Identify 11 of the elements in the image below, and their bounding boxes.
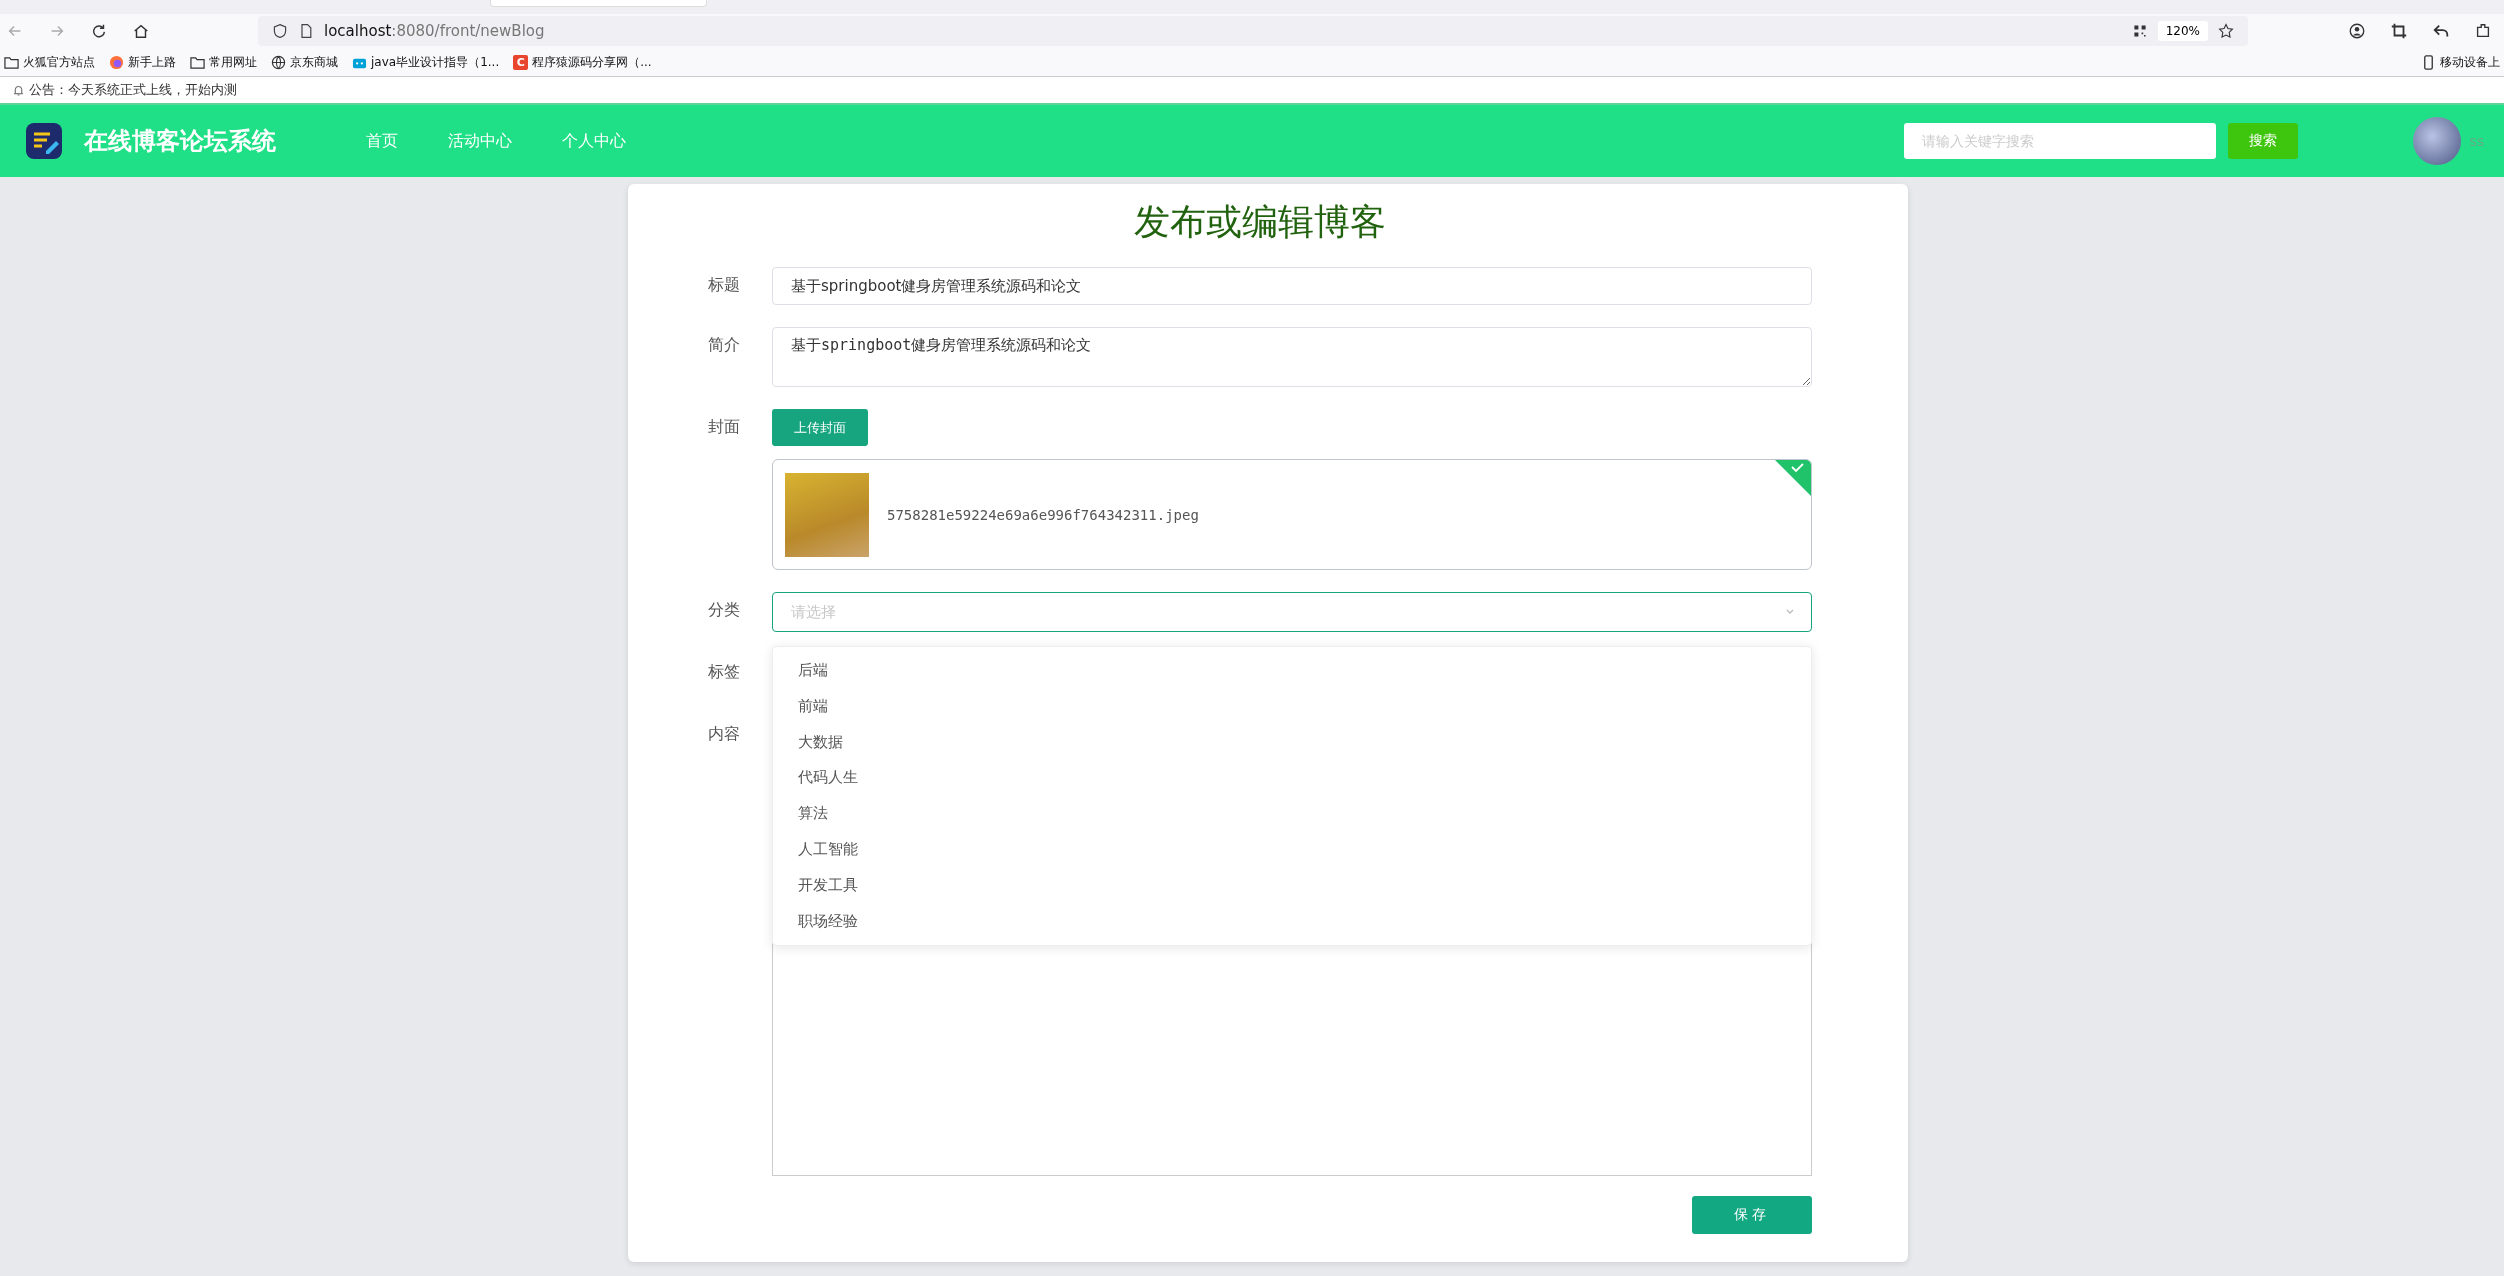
- notice-text: 公告：今天系统正式上线，开始内测: [29, 81, 237, 99]
- site-title: 在线博客论坛系统: [84, 125, 276, 157]
- field-label: 标签: [708, 661, 741, 683]
- file-name: 5758281e59224e69a6e996f764342311.jpeg: [887, 506, 1199, 523]
- page-heading: 发布或编辑博客: [1133, 200, 1387, 244]
- field-label: 分类: [708, 599, 741, 621]
- field-label: 标题: [708, 274, 741, 296]
- field-label: 内容: [708, 723, 741, 745]
- field-label: 简介: [708, 334, 741, 356]
- field-label: 封面: [708, 416, 741, 438]
- site-logo: C: [513, 54, 529, 70]
